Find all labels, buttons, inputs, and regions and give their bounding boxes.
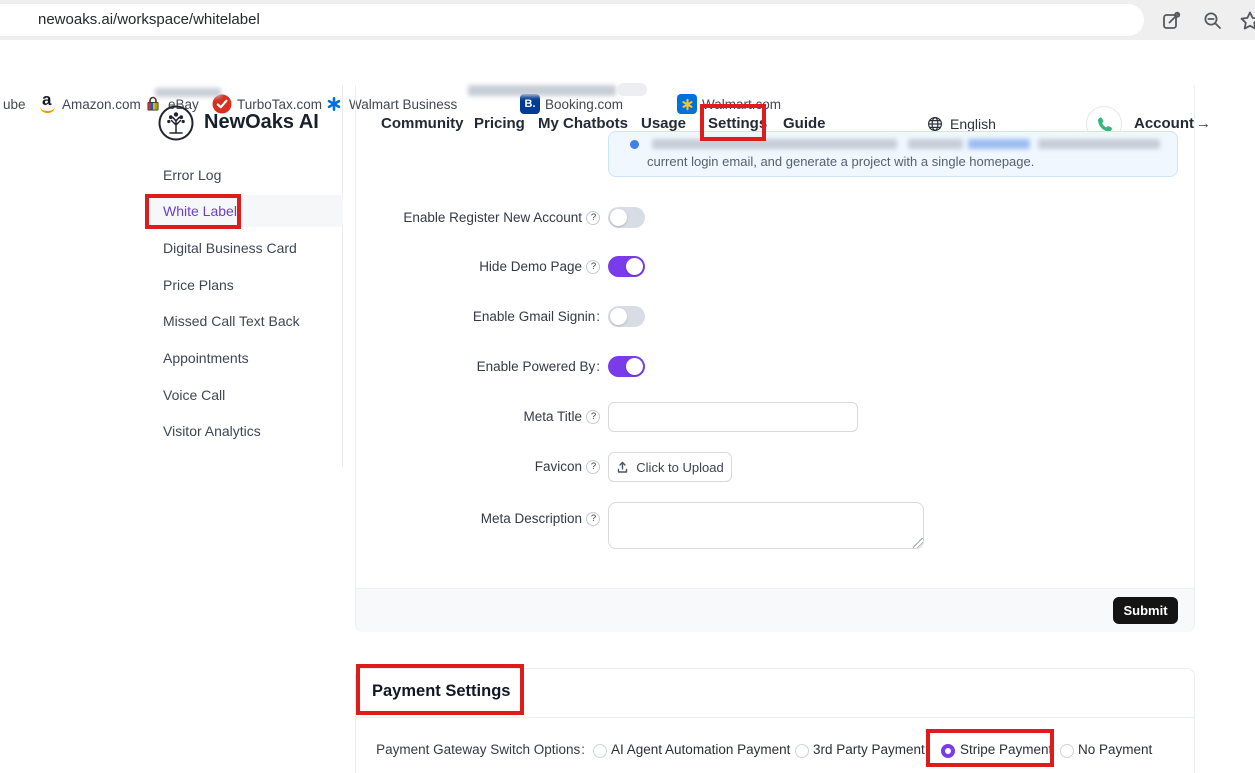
label-meta-description: Meta Description bbox=[300, 511, 600, 526]
nav-guide[interactable]: Guide bbox=[783, 115, 826, 132]
help-icon[interactable] bbox=[586, 512, 600, 526]
sidebar-item-digital-business-card[interactable]: Digital Business Card bbox=[163, 240, 297, 256]
page-canvas: newoaks.ai/workspace/whitelabel ube a bbox=[0, 0, 1255, 773]
bookmark-amazon[interactable]: Amazon.com bbox=[62, 97, 141, 112]
redacted-info-text-1 bbox=[652, 139, 897, 149]
meta-description-textarea[interactable] bbox=[608, 502, 924, 549]
sidebar-item-white-label[interactable]: White Label bbox=[163, 203, 237, 219]
label-favicon: Favicon bbox=[300, 459, 600, 474]
label-hide-demo-page: Hide Demo Page bbox=[300, 259, 600, 274]
toggle-enable-powered-by[interactable] bbox=[608, 356, 645, 377]
language-selector[interactable]: English bbox=[950, 116, 996, 132]
meta-title-input[interactable] bbox=[608, 402, 858, 432]
cutoff-toggle bbox=[617, 83, 647, 96]
toggle-knob bbox=[610, 209, 627, 226]
favorite-star-icon[interactable] bbox=[1238, 9, 1255, 33]
sidebar-item-error-log[interactable]: Error Log bbox=[163, 167, 221, 183]
sidebar-item-appointments[interactable]: Appointments bbox=[163, 350, 249, 366]
radio-3rd-party-payment[interactable] bbox=[795, 744, 809, 758]
radio-label-stripe-payment[interactable]: Stripe Payment bbox=[960, 742, 1052, 757]
label-payment-gateway-switch-options: Payment Gateway Switch Options bbox=[285, 742, 585, 757]
radio-ai-agent-automation-payment[interactable] bbox=[593, 744, 607, 758]
toggle-hide-demo-page[interactable] bbox=[608, 256, 645, 277]
toggle-knob bbox=[610, 308, 627, 325]
nav-community[interactable]: Community bbox=[381, 115, 464, 132]
account-arrow-icon: → bbox=[1196, 115, 1211, 132]
brand-title: NewOaks AI bbox=[204, 111, 319, 134]
info-icon bbox=[630, 140, 639, 149]
radio-stripe-payment[interactable] bbox=[941, 744, 955, 758]
help-icon[interactable] bbox=[586, 410, 600, 424]
redacted-info-text-3 bbox=[1038, 139, 1160, 149]
radio-label-no-payment[interactable]: No Payment bbox=[1078, 742, 1152, 757]
url-text[interactable]: newoaks.ai/workspace/whitelabel bbox=[38, 11, 260, 28]
info-banner-text: current login email, and generate a proj… bbox=[647, 154, 1034, 169]
nav-usage[interactable]: Usage bbox=[641, 115, 686, 132]
amazon-icon: a bbox=[38, 93, 58, 113]
form-footer-bar bbox=[356, 588, 1194, 632]
help-icon[interactable] bbox=[586, 211, 600, 225]
redacted-info-link bbox=[968, 139, 1030, 149]
zoom-icon[interactable] bbox=[1201, 9, 1225, 33]
radio-no-payment[interactable] bbox=[1060, 744, 1074, 758]
toggle-enable-gmail-signin[interactable] bbox=[608, 306, 645, 327]
share-icon[interactable] bbox=[1160, 9, 1184, 33]
label-enable-gmail-signin: Enable Gmail Signin bbox=[300, 309, 600, 324]
help-icon[interactable] bbox=[586, 460, 600, 474]
submit-button[interactable]: Submit bbox=[1113, 597, 1178, 624]
upload-icon bbox=[616, 461, 629, 474]
globe-icon bbox=[927, 116, 943, 132]
toggle-knob bbox=[626, 358, 643, 375]
nav-settings[interactable]: Settings bbox=[708, 115, 767, 132]
sidebar-item-price-plans[interactable]: Price Plans bbox=[163, 277, 234, 293]
radio-label-3rd-party-payment[interactable]: 3rd Party Payment bbox=[813, 742, 925, 757]
browser-top-bar: newoaks.ai/workspace/whitelabel bbox=[0, 0, 1255, 40]
label-enable-powered-by: Enable Powered By bbox=[300, 359, 600, 374]
sidebar-item-visitor-analytics[interactable]: Visitor Analytics bbox=[163, 423, 261, 439]
toggle-knob bbox=[626, 258, 643, 275]
redacted-cutoff-label bbox=[468, 85, 616, 96]
redacted-info-text-2 bbox=[908, 139, 963, 149]
help-icon[interactable] bbox=[586, 260, 600, 274]
label-enable-register-new-account: Enable Register New Account bbox=[300, 210, 600, 225]
nav-pricing[interactable]: Pricing bbox=[474, 115, 525, 132]
radio-label-ai-agent-automation-payment[interactable]: AI Agent Automation Payment bbox=[611, 742, 790, 757]
payment-settings-title: Payment Settings bbox=[372, 682, 510, 701]
payment-header-divider bbox=[356, 717, 1194, 718]
sidebar-item-voice-call[interactable]: Voice Call bbox=[163, 387, 225, 403]
redacted-sidebar-text bbox=[155, 88, 221, 97]
label-meta-title: Meta Title bbox=[300, 409, 600, 424]
textarea-resize-handle[interactable] bbox=[913, 538, 923, 548]
bookmarks-bar: ube a Amazon.com eBay TurboTax.com bbox=[0, 40, 1255, 85]
sidebar-item-missed-call-text-back[interactable]: Missed Call Text Back bbox=[163, 313, 300, 329]
newoaks-logo-icon bbox=[157, 104, 195, 142]
nav-my-chatbots[interactable]: My Chatbots bbox=[538, 115, 628, 132]
favicon-upload-button[interactable]: Click to Upload bbox=[608, 452, 732, 482]
toggle-enable-register-new-account[interactable] bbox=[608, 207, 645, 228]
bookmark-youtube[interactable]: ube bbox=[3, 97, 26, 112]
account-link[interactable]: Account bbox=[1134, 115, 1194, 132]
